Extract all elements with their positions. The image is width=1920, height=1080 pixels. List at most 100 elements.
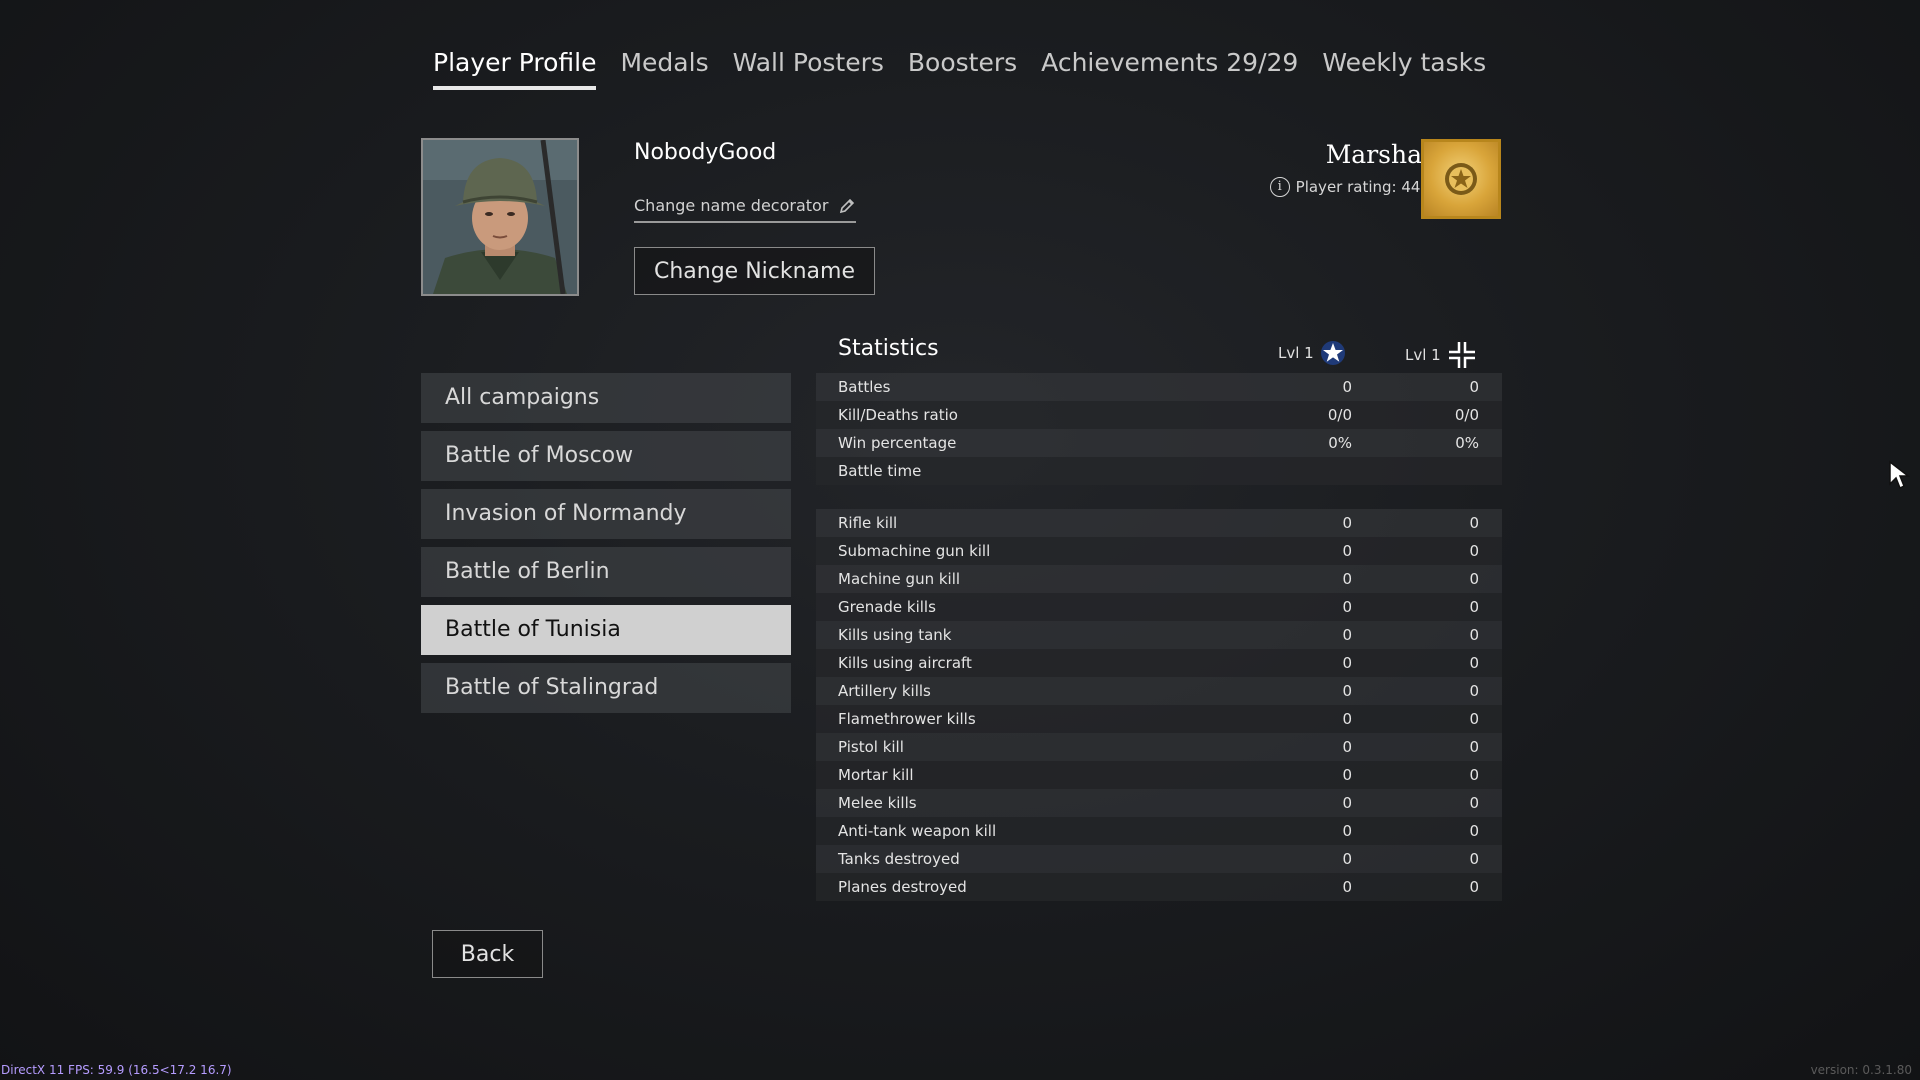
stat-row: Submachine gun kill 0 0	[816, 537, 1502, 565]
tab-boosters[interactable]: Boosters	[896, 46, 1029, 90]
level-label-2: Lvl 1	[1405, 346, 1441, 364]
stat-label: Submachine gun kill	[838, 542, 991, 560]
stat-value-2: 0	[1469, 570, 1479, 588]
stat-label: Tanks destroyed	[838, 850, 960, 868]
rank-emblem-icon	[1445, 163, 1477, 195]
stat-value-2: 0	[1469, 378, 1479, 396]
stat-row: Win percentage 0% 0%	[816, 429, 1502, 457]
general-stats-table: Battles 0 0 Kill/Deaths ratio 0/0 0/0 Wi…	[816, 373, 1502, 485]
campaign-tunisia[interactable]: Battle of Tunisia	[421, 605, 791, 655]
stat-label: Pistol kill	[838, 738, 904, 756]
fps-counter: DirectX 11 FPS: 59.9 (16.5<17.2 16.7)	[1, 1063, 232, 1077]
stat-value-1: 0	[1342, 514, 1352, 532]
stat-value-2: 0	[1469, 822, 1479, 840]
stat-value-1: 0%	[1328, 434, 1352, 452]
player-rating: i Player rating: 445	[1269, 177, 1430, 197]
stat-label: Mortar kill	[838, 766, 914, 784]
tab-wall-posters[interactable]: Wall Posters	[721, 46, 896, 90]
stat-value-2: 0	[1469, 626, 1479, 644]
stat-row: Tanks destroyed 0 0	[816, 845, 1502, 873]
stat-label: Grenade kills	[838, 598, 936, 616]
stat-value-2: 0	[1469, 710, 1479, 728]
stat-value-2: 0	[1469, 878, 1479, 896]
stat-label: Battles	[838, 378, 891, 396]
stat-value-2: 0	[1469, 598, 1479, 616]
stat-value-2: 0	[1469, 514, 1479, 532]
stat-label: Kill/Deaths ratio	[838, 406, 958, 424]
decorator-label: Change name decorator	[634, 196, 829, 215]
pencil-icon	[840, 198, 855, 213]
stat-value-2: 0	[1469, 766, 1479, 784]
campaign-list: All campaigns Battle of Moscow Invasion …	[421, 373, 791, 721]
stat-label: Win percentage	[838, 434, 957, 452]
stat-value-1: 0	[1342, 766, 1352, 784]
level-label-1: Lvl 1	[1278, 344, 1314, 362]
stat-row: Battles 0 0	[816, 373, 1502, 401]
statistics-title: Statistics	[838, 336, 939, 361]
stat-value-2: 0	[1469, 850, 1479, 868]
stat-value-1: 0	[1342, 654, 1352, 672]
change-name-decorator-link[interactable]: Change name decorator	[634, 196, 857, 223]
stat-value-2: 0	[1469, 542, 1479, 560]
stat-label: Kills using tank	[838, 626, 952, 644]
stat-value-1: 0/0	[1327, 406, 1352, 424]
back-button[interactable]: Back	[432, 930, 543, 978]
stat-row: Anti-tank weapon kill 0 0	[816, 817, 1502, 845]
stat-value-1: 0	[1342, 682, 1352, 700]
rank-block: Marshal i Player rating: 445	[1269, 140, 1430, 197]
player-rating-text: Player rating: 445	[1295, 178, 1430, 196]
rank-name: Marshal	[1325, 140, 1430, 169]
campaign-stalingrad[interactable]: Battle of Stalingrad	[421, 663, 791, 713]
cross-brackets-icon	[1448, 342, 1475, 368]
stat-row: Melee kills 0 0	[816, 789, 1502, 817]
stat-value-1: 0	[1342, 794, 1352, 812]
stat-row: Machine gun kill 0 0	[816, 565, 1502, 593]
stat-row: Kill/Deaths ratio 0/0 0/0	[816, 401, 1502, 429]
campaign-normandy[interactable]: Invasion of Normandy	[421, 489, 791, 539]
stat-value-1: 0	[1342, 542, 1352, 560]
stat-label: Planes destroyed	[838, 878, 967, 896]
stat-label: Artillery kills	[838, 682, 931, 700]
version-label: version: 0.3.1.80	[1810, 1063, 1912, 1077]
stat-value-1: 0	[1342, 710, 1352, 728]
stat-label: Anti-tank weapon kill	[838, 822, 997, 840]
stat-value-2: 0%	[1455, 434, 1479, 452]
star-roundel-icon	[1320, 341, 1345, 365]
stat-row: Kills using aircraft 0 0	[816, 649, 1502, 677]
stat-value-2: 0	[1469, 682, 1479, 700]
level-column-2: Lvl 1	[1405, 340, 1477, 370]
tab-player-profile[interactable]: Player Profile	[433, 46, 608, 90]
player-avatar[interactable]	[421, 138, 579, 296]
stat-value-1: 0	[1342, 378, 1352, 396]
level-column-1: Lvl 1	[1278, 340, 1346, 366]
campaign-berlin[interactable]: Battle of Berlin	[421, 547, 791, 597]
stat-row: Rifle kill 0 0	[816, 509, 1502, 537]
stat-value-1: 0	[1342, 738, 1352, 756]
stat-row: Pistol kill 0 0	[816, 733, 1502, 761]
tab-achievements[interactable]: Achievements 29/29	[1029, 46, 1310, 90]
info-icon[interactable]: i	[1269, 177, 1290, 197]
stat-row: Battle time	[816, 457, 1502, 485]
soldier-portrait-icon	[423, 140, 577, 294]
stat-value-2: 0	[1469, 654, 1479, 672]
stat-label: Kills using aircraft	[838, 654, 972, 672]
mouse-cursor-icon	[1888, 460, 1911, 494]
stat-value-1: 0	[1342, 626, 1352, 644]
campaign-moscow[interactable]: Battle of Moscow	[421, 431, 791, 481]
stat-value-1: 0	[1342, 822, 1352, 840]
stat-value-1: 0	[1342, 598, 1352, 616]
player-nickname: NobodyGood	[634, 140, 777, 165]
kill-stats-table: Rifle kill 0 0 Submachine gun kill 0 0 M…	[816, 509, 1502, 901]
stat-label: Flamethrower kills	[838, 710, 976, 728]
tab-medals[interactable]: Medals	[608, 46, 720, 90]
profile-tabs: Player Profile Medals Wall Posters Boost…	[433, 46, 1498, 90]
stat-value-2: 0	[1469, 738, 1479, 756]
stat-value-1: 0	[1342, 850, 1352, 868]
tab-weekly-tasks[interactable]: Weekly tasks	[1310, 46, 1498, 90]
rank-badge	[1421, 139, 1501, 219]
stat-row: Mortar kill 0 0	[816, 761, 1502, 789]
change-nickname-button[interactable]: Change Nickname	[634, 247, 875, 295]
stat-row: Artillery kills 0 0	[816, 677, 1502, 705]
stat-label: Machine gun kill	[838, 570, 961, 588]
campaign-all[interactable]: All campaigns	[421, 373, 791, 423]
